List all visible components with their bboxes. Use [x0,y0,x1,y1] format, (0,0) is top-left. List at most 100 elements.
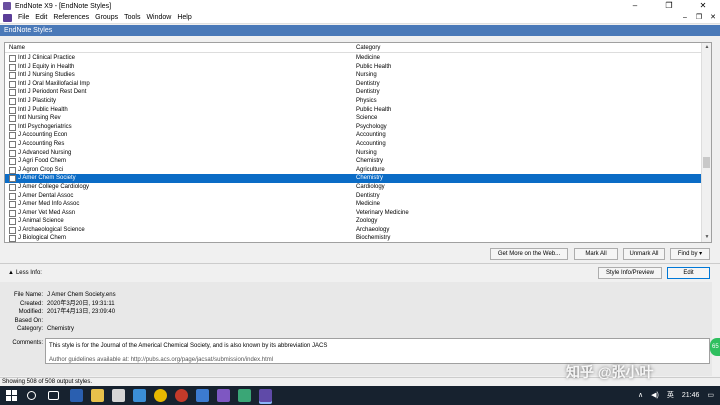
menu-window[interactable]: Window [143,14,174,21]
clock[interactable]: 21:46 [682,386,700,405]
column-header-category[interactable]: Category [356,43,380,53]
unmark-all-button[interactable]: Unmark All [623,248,665,260]
comments-field[interactable]: This style is for the Journal of the Ame… [45,338,710,364]
row-checkbox[interactable] [9,209,16,217]
row-checkbox[interactable] [9,132,16,140]
table-row[interactable]: J Amer Chem Society Chemistry [5,174,702,183]
close-button[interactable]: ✕ [686,0,720,12]
created-label: Created: [19,300,43,307]
table-row[interactable]: J Amer Dental Assoc Dentistry [5,192,702,201]
scroll-thumb[interactable] [703,157,710,168]
row-checkbox[interactable] [9,123,16,131]
document-icon[interactable] [3,13,12,22]
edit-button[interactable]: Edit [667,267,710,279]
row-checkbox[interactable] [9,149,16,157]
table-row[interactable]: Intl Psychogeriatrics Psychology [5,123,702,132]
menu-help[interactable]: Help [174,14,194,21]
scroll-down-arrow-icon[interactable]: ▼ [702,233,711,242]
get-more-on-web-button[interactable]: Get More on the Web... [490,248,568,260]
row-name: J Biological Chem [18,235,67,242]
column-header-name[interactable]: Name [9,43,25,53]
row-checkbox[interactable] [9,55,16,62]
endnote-taskbar-icon[interactable] [259,389,272,402]
row-checkbox[interactable] [9,115,16,123]
modified-label: Modified: [18,309,43,315]
mail-icon[interactable] [133,389,146,402]
row-category: Accounting [356,140,386,147]
chrome-icon[interactable] [154,389,167,402]
row-checkbox[interactable] [9,166,16,174]
ime-indicator[interactable]: 英 [667,386,674,405]
table-row[interactable]: J Amer Med Info Assoc Medicine [5,200,702,209]
table-row[interactable]: Intl Nursing Rev Science [5,114,702,123]
row-checkbox[interactable] [9,80,16,88]
table-row[interactable]: Intl J Equity in Health Public Health [5,63,702,72]
floating-badge[interactable]: 65 [710,338,720,356]
table-row[interactable]: J Amer College Cardiology Cardiology [5,183,702,192]
file-explorer-icon[interactable] [91,389,104,402]
doc-restore-button[interactable]: ❐ [692,12,706,24]
row-checkbox[interactable] [9,72,16,80]
find-by-button[interactable]: Find by ▾ [670,248,710,260]
table-row[interactable]: J Biological Chem Biochemistry [5,234,702,242]
styles-list[interactable]: Name Category Intl J Clinical Practice Me… [4,42,712,243]
table-row[interactable]: Intl J Nursing Studies Nursing [5,71,702,80]
table-row[interactable]: J Agri Food Chem Chemistry [5,157,702,166]
excel-icon[interactable] [238,389,251,402]
row-checkbox[interactable] [9,192,16,200]
task-view-icon[interactable] [48,391,59,400]
row-name: Intl J Public Health [18,106,68,113]
row-checkbox[interactable] [9,218,16,226]
table-row[interactable]: J Accounting Econ Accounting [5,131,702,140]
table-row[interactable]: Intl J Clinical Practice Medicine [5,54,702,63]
speaker-icon[interactable]: ◀) [651,386,659,405]
row-checkbox[interactable] [9,175,16,183]
menu-references[interactable]: References [50,14,92,21]
minimize-button[interactable]: – [618,0,652,12]
table-row[interactable]: Intl J Periodont Rest Dent Dentistry [5,88,702,97]
store-icon[interactable] [112,389,125,402]
windows-start-icon[interactable] [5,389,18,402]
row-category: Biochemistry [356,235,391,242]
maximize-button[interactable]: ❐ [652,0,686,12]
row-name: J Amer Chem Society [18,175,76,182]
row-checkbox[interactable] [9,89,16,97]
menu-tools[interactable]: Tools [121,14,143,21]
table-row[interactable]: J Advanced Nursing Nursing [5,149,702,158]
menu-groups[interactable]: Groups [92,14,121,21]
table-row[interactable]: J Amer Vet Med Assn Veterinary Medicine [5,209,702,218]
notification-icon[interactable]: ▭ [707,386,714,405]
less-info-toggle[interactable]: ▲ Less Info: [8,269,42,278]
row-checkbox[interactable] [9,201,16,209]
row-checkbox[interactable] [9,63,16,71]
table-row[interactable]: Intl J Plasticity Physics [5,97,702,106]
browser-icon[interactable] [70,389,83,402]
row-checkbox[interactable] [9,226,16,234]
table-row[interactable]: Intl J Oral Maxillofacial Imp Dentistry [5,80,702,89]
menu-edit[interactable]: Edit [32,14,50,21]
scroll-up-arrow-icon[interactable]: ▲ [702,43,711,52]
tray-chevron-icon[interactable]: ∧ [638,386,643,405]
doc-close-button[interactable]: ✕ [706,12,720,24]
menu-file[interactable]: File [15,14,32,21]
row-checkbox[interactable] [9,235,16,242]
table-row[interactable]: J Agron Crop Sci Agriculture [5,166,702,175]
row-checkbox[interactable] [9,140,16,148]
list-scrollbar[interactable]: ▲ ▼ [701,43,711,242]
row-checkbox[interactable] [9,183,16,191]
word-icon[interactable] [196,389,209,402]
table-row[interactable]: J Archaeological Science Archaeology [5,226,702,235]
row-checkbox[interactable] [9,158,16,166]
opera-icon[interactable] [175,389,188,402]
row-checkbox[interactable] [9,106,16,114]
mark-all-button[interactable]: Mark All [574,248,618,260]
app-icon[interactable] [217,389,230,402]
table-row[interactable]: J Animal Science Zoology [5,217,702,226]
table-row[interactable]: Intl J Public Health Public Health [5,106,702,115]
doc-minimize-button[interactable]: – [678,12,692,24]
row-checkbox[interactable] [9,97,16,105]
style-info-preview-button[interactable]: Style Info/Preview [598,267,662,279]
info-scrollbar[interactable] [712,282,720,376]
table-row[interactable]: J Accounting Res Accounting [5,140,702,149]
search-icon[interactable] [27,391,36,400]
